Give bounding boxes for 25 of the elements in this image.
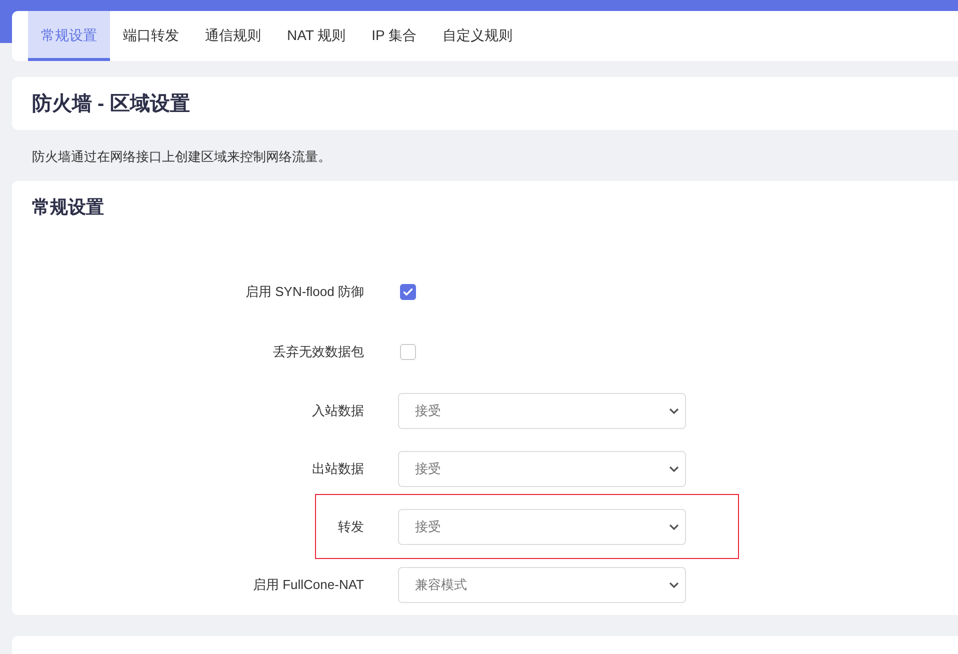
checkbox[interactable] (400, 344, 416, 360)
field-label: 入站数据 (311, 402, 364, 420)
dropdown-field[interactable]: 接受 (398, 509, 686, 545)
field-label: 启用 FullCone-NAT (252, 576, 364, 594)
field-label: 丢弃无效数据包 (272, 343, 364, 361)
tab[interactable]: 通信规则 (192, 11, 274, 61)
tab[interactable]: NAT 规则 (274, 11, 359, 61)
checkbox[interactable] (400, 284, 416, 300)
page-title: 防火墙 - 区域设置 (32, 92, 190, 117)
chevron-down-icon (669, 524, 679, 530)
dropdown-field[interactable]: 接受 (398, 393, 686, 429)
tab[interactable]: 端口转发 (110, 11, 192, 61)
section-title: 常规设置 (32, 196, 105, 219)
checkmark-icon (402, 286, 414, 298)
chevron-down-icon (669, 582, 679, 588)
tab[interactable]: IP 集合 (358, 11, 430, 61)
tab[interactable]: 自定义规则 (429, 11, 526, 61)
field-label: 转发 (337, 518, 364, 536)
field-label: 启用 SYN-flood 防御 (244, 283, 364, 301)
chevron-down-icon (669, 408, 679, 414)
field-label: 出站数据 (311, 460, 364, 478)
dropdown-field[interactable]: 接受 (398, 451, 686, 487)
dropdown-field[interactable]: 兼容模式 (398, 567, 686, 603)
description: 防火墙通过在网络接口上创建区域来控制网络流量。 (32, 148, 332, 166)
chevron-down-icon (669, 466, 679, 472)
